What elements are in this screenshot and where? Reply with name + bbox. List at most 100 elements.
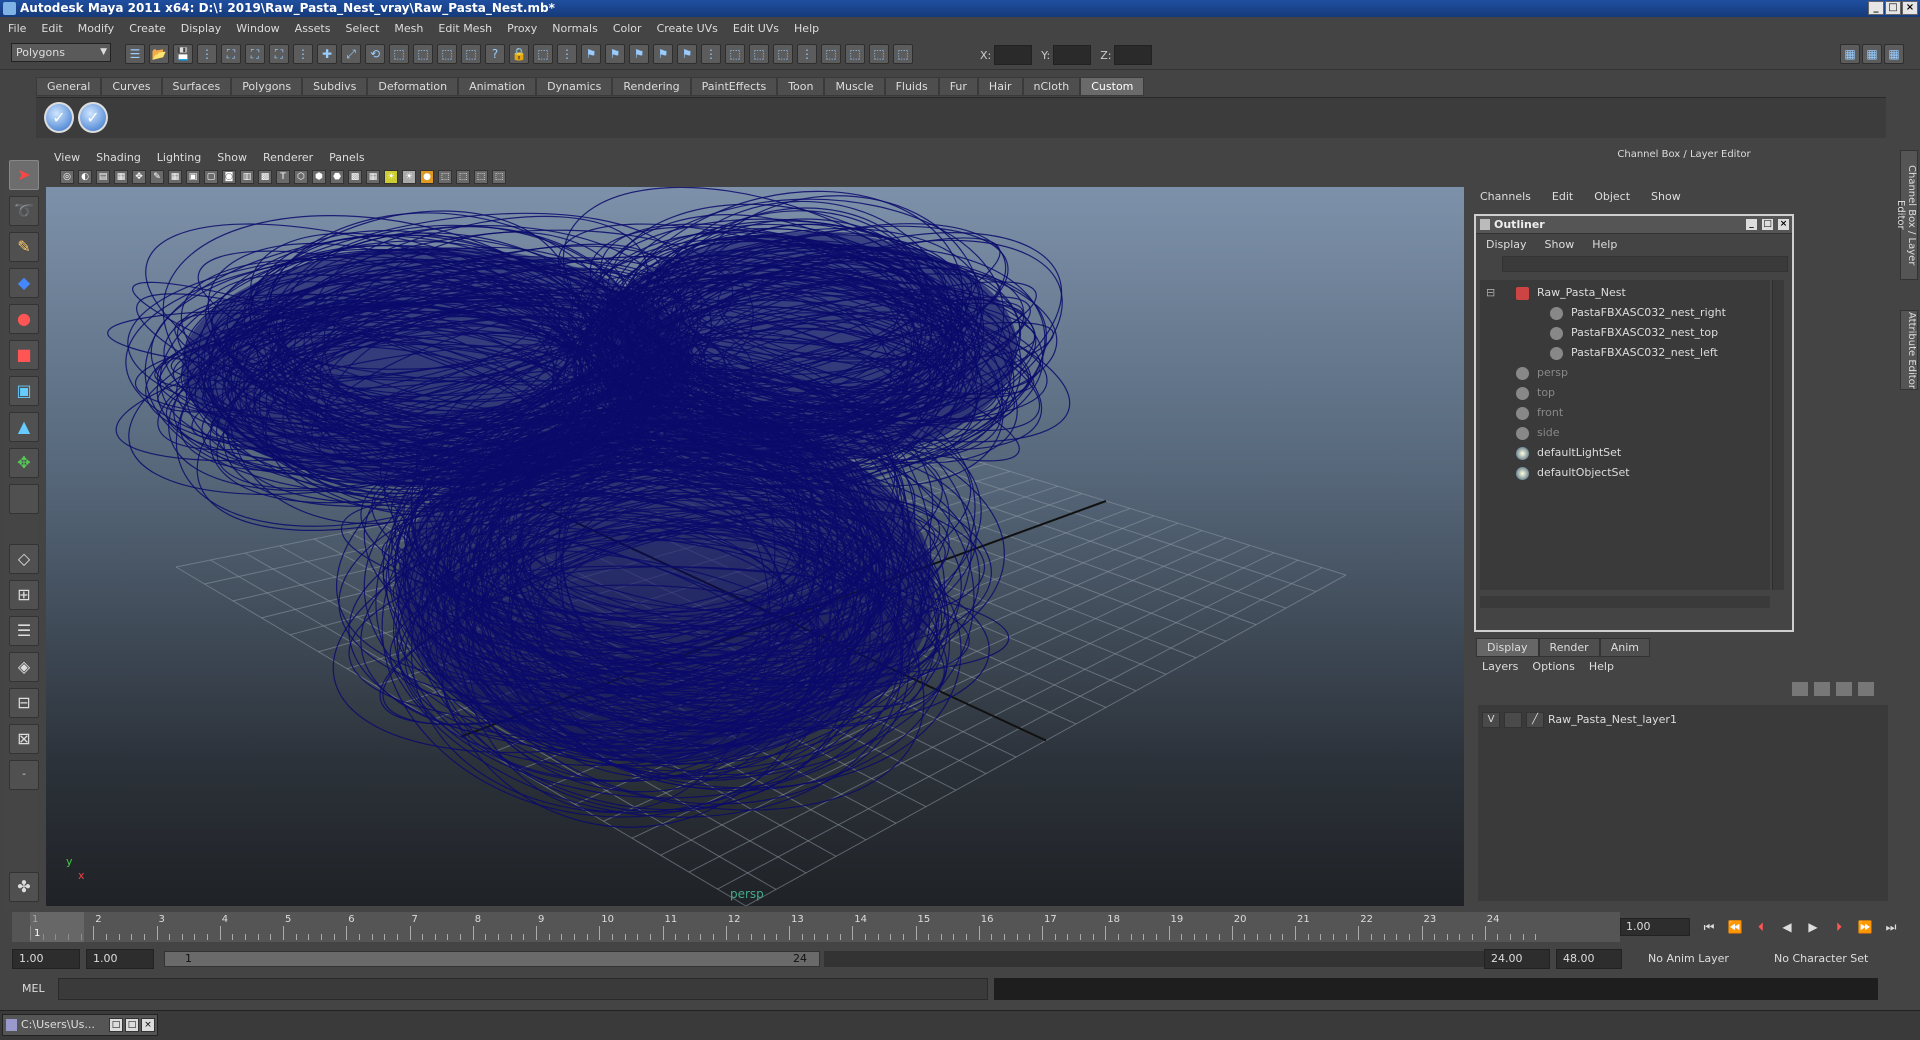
shelf-tab-hair[interactable]: Hair bbox=[977, 77, 1023, 96]
render-settings-icon[interactable]: ⚑ bbox=[629, 44, 649, 64]
paint-tool-icon[interactable]: ✎ bbox=[9, 232, 39, 262]
outliner-item[interactable]: PastaFBXASC032_nest_top bbox=[1550, 324, 1718, 342]
y-input[interactable] bbox=[1053, 45, 1092, 65]
safe-title-icon[interactable]: T bbox=[276, 169, 290, 184]
shelf-tab-painteffects[interactable]: PaintEffects bbox=[690, 77, 778, 96]
menu-file[interactable]: File bbox=[8, 22, 26, 35]
outliner-item[interactable]: front bbox=[1516, 404, 1563, 422]
smooth-shade-all-icon[interactable]: ⬣ bbox=[330, 169, 344, 184]
menu-normals[interactable]: Normals bbox=[552, 22, 598, 35]
maximize-button[interactable]: □ bbox=[1885, 1, 1901, 15]
lasso-tool-icon[interactable]: ➰ bbox=[9, 196, 39, 226]
paint-effects-icon[interactable]: ✤ bbox=[9, 872, 39, 902]
outliner-menu-help[interactable]: Help bbox=[1592, 238, 1617, 251]
layer-visibility-toggle[interactable]: V bbox=[1482, 712, 1500, 728]
layer-row[interactable]: V ╱ Raw_Pasta_Nest_layer1 bbox=[1482, 711, 1677, 729]
snap-curve-icon[interactable]: ⤢ bbox=[341, 44, 361, 64]
show-attribute-icon[interactable]: ⬚ bbox=[869, 44, 889, 64]
open-scene-icon[interactable]: 📂 bbox=[149, 44, 169, 64]
mode-selector[interactable]: Polygons ▼ bbox=[11, 43, 111, 62]
outliner-layout-icon[interactable]: ☰ bbox=[9, 616, 39, 646]
show-channel-icon[interactable]: ⬚ bbox=[893, 44, 913, 64]
layer-menu-layers[interactable]: Layers bbox=[1482, 660, 1518, 673]
all-lights-icon[interactable]: ☀ bbox=[402, 169, 416, 184]
layer-tab-anim[interactable]: Anim bbox=[1599, 638, 1650, 657]
layer-color-swatch[interactable]: ╱ bbox=[1526, 712, 1544, 728]
x-input[interactable] bbox=[994, 45, 1033, 65]
more-layouts-icon[interactable]: - bbox=[9, 760, 39, 790]
image-plane-icon[interactable]: ▦ bbox=[114, 169, 128, 184]
show-manipulator-icon[interactable]: ✥ bbox=[9, 448, 39, 478]
outliner-item[interactable]: persp bbox=[1516, 364, 1568, 382]
go-to-end-icon[interactable]: ⏭ bbox=[1882, 918, 1900, 936]
menu-help[interactable]: Help bbox=[794, 22, 819, 35]
shelf-tab-muscle[interactable]: Muscle bbox=[824, 77, 885, 96]
channel-box-menu-channels[interactable]: Channels bbox=[1480, 190, 1531, 203]
channel-box-toggle-icon[interactable]: ▦ bbox=[1862, 44, 1882, 64]
layer-tab-display[interactable]: Display bbox=[1476, 638, 1539, 657]
restore-button[interactable]: □ bbox=[109, 1018, 123, 1032]
outliner-menu-display[interactable]: Display bbox=[1486, 238, 1527, 251]
hypershade-layout-icon[interactable]: ⊟ bbox=[9, 688, 39, 718]
outliner-maximize-button[interactable]: □ bbox=[1761, 218, 1774, 231]
time-slider[interactable]: 1234567891011121314151617181920212223241 bbox=[12, 912, 1620, 942]
layer-menu-options[interactable]: Options bbox=[1532, 660, 1574, 673]
shadows-icon[interactable]: ● bbox=[420, 169, 434, 184]
layer-menu-help[interactable]: Help bbox=[1589, 660, 1614, 673]
snap-grid-icon[interactable]: ✚ bbox=[317, 44, 337, 64]
animation-start-field[interactable]: 1.00 bbox=[12, 949, 80, 969]
outliner-item[interactable]: side bbox=[1516, 424, 1560, 442]
new-scene-icon[interactable]: ☰ bbox=[125, 44, 145, 64]
select-component-icon[interactable]: ⛶ bbox=[269, 44, 289, 64]
shelf-tab-fur[interactable]: Fur bbox=[938, 77, 978, 96]
menu-edit-mesh[interactable]: Edit Mesh bbox=[438, 22, 492, 35]
outliner-item[interactable]: defaultLightSet bbox=[1516, 444, 1621, 462]
outliner-horizontal-scrollbar[interactable] bbox=[1480, 596, 1770, 608]
four-view-layout-icon[interactable]: ⊞ bbox=[9, 580, 39, 610]
show-tool-icon[interactable]: ⬚ bbox=[845, 44, 865, 64]
render-view-icon[interactable]: ⚑ bbox=[677, 44, 697, 64]
help-icon[interactable]: ? bbox=[485, 44, 505, 64]
close-small-button[interactable]: × bbox=[141, 1018, 155, 1032]
viewport-menu-view[interactable]: View bbox=[54, 151, 80, 164]
playback-start-field[interactable]: 1.00 bbox=[86, 949, 154, 969]
perspective-viewport[interactable]: persp y x bbox=[46, 187, 1464, 906]
menu-select[interactable]: Select bbox=[345, 22, 379, 35]
channel-box-menu-edit[interactable]: Edit bbox=[1552, 190, 1573, 203]
xray-icon[interactable]: ⬚ bbox=[456, 169, 470, 184]
snap-point-icon[interactable]: ⟲ bbox=[365, 44, 385, 64]
render-current-icon[interactable]: ⚑ bbox=[581, 44, 601, 64]
construction-history-icon[interactable]: ⬚ bbox=[725, 44, 745, 64]
shelf-tab-rendering[interactable]: Rendering bbox=[612, 77, 691, 96]
playback-end-field[interactable]: 24.00 bbox=[1484, 949, 1550, 969]
rotate-tool-icon[interactable]: ● bbox=[9, 304, 39, 334]
shelf-tab-polygons[interactable]: Polygons bbox=[231, 77, 303, 96]
layout-toggle-icon[interactable]: ▦ bbox=[1840, 44, 1860, 64]
outliner-filter-input[interactable] bbox=[1502, 256, 1788, 272]
go-to-start-icon[interactable]: ⏮ bbox=[1700, 918, 1718, 936]
outliner-minimize-button[interactable]: _ bbox=[1745, 218, 1758, 231]
shelf-tab-animation[interactable]: Animation bbox=[458, 77, 537, 96]
shelf-tab-surfaces[interactable]: Surfaces bbox=[161, 77, 232, 96]
graph-layout-icon[interactable]: ◈ bbox=[9, 652, 39, 682]
minimized-window[interactable]: C:\Users\Us... □ □ × bbox=[2, 1014, 158, 1036]
menu-create[interactable]: Create bbox=[129, 22, 166, 35]
snap-live-icon[interactable]: ⬚ bbox=[413, 44, 433, 64]
pick-mask-icon[interactable]: ⬚ bbox=[533, 44, 553, 64]
side-tab-channel-box[interactable]: Channel Box / Layer Editor bbox=[1895, 150, 1918, 280]
shelf-tab-general[interactable]: General bbox=[36, 77, 102, 96]
select-object-icon[interactable]: ⛶ bbox=[245, 44, 265, 64]
viewport-menu-lighting[interactable]: Lighting bbox=[157, 151, 201, 164]
default-light-icon[interactable]: ☀ bbox=[384, 169, 398, 184]
hypershade-icon[interactable]: ⚑ bbox=[653, 44, 673, 64]
animation-end-field[interactable]: 48.00 bbox=[1556, 949, 1622, 969]
menu-proxy[interactable]: Proxy bbox=[507, 22, 537, 35]
step-forward-key-icon[interactable]: ⏵ bbox=[1830, 918, 1848, 936]
shelf-tab-custom[interactable]: Custom bbox=[1080, 77, 1145, 96]
grease-pencil-icon[interactable]: ✎ bbox=[150, 169, 164, 184]
wireframe-on-shaded-icon[interactable]: ▩ bbox=[348, 169, 362, 184]
lock-icon[interactable]: 🔒 bbox=[509, 44, 529, 64]
maximize-small-button[interactable]: □ bbox=[125, 1018, 139, 1032]
field-chart-icon[interactable]: ▥ bbox=[240, 169, 254, 184]
outliner-item[interactable]: PastaFBXASC032_nest_left bbox=[1550, 344, 1718, 362]
